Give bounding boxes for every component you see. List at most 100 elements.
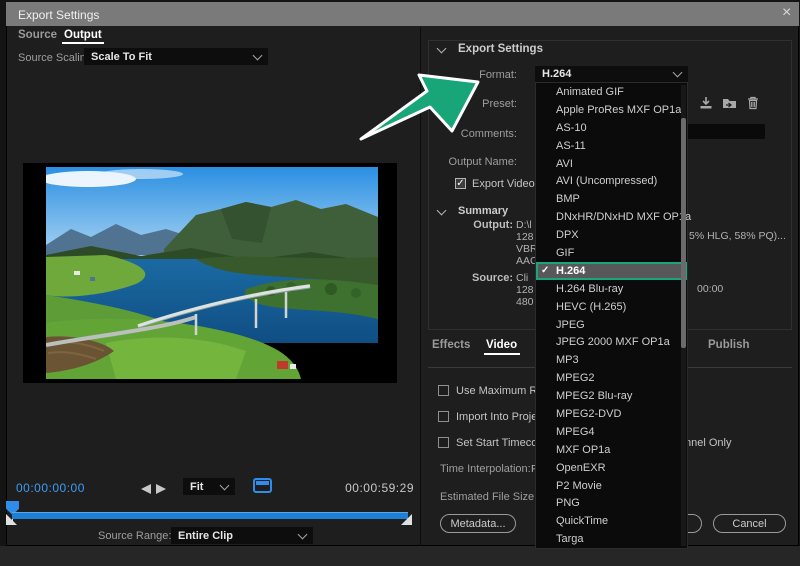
format-option-mpeg2-blu-ray[interactable]: MPEG2 Blu-ray (536, 387, 687, 405)
format-dropdown-menu: Animated GIF Apple ProRes MXF OP1a AS-10 AS… (535, 82, 688, 549)
format-option-dnxhr-dnxhd-mxf-op1a[interactable]: DNxHR/DNxHD MXF OP1a (536, 208, 687, 226)
format-option-label: H.264 (556, 265, 585, 277)
format-option-label: MXF OP1a (556, 444, 610, 456)
tab-publish[interactable]: Publish (708, 339, 750, 351)
download-icon (699, 96, 713, 110)
summary-clipped-bottom: 00:00 (697, 283, 723, 295)
format-option-png[interactable]: PNG (536, 494, 687, 512)
set-out-point-button[interactable] (156, 484, 166, 494)
export-video-checkbox[interactable]: ✓ (455, 178, 466, 189)
format-option-label: QuickTime (556, 515, 608, 527)
source-scaling-select[interactable]: Scale To Fit (84, 48, 268, 65)
format-option-label: MPEG2 (556, 372, 595, 384)
trash-icon (747, 96, 759, 110)
format-option-label: Animated GIF (556, 86, 624, 98)
preview-zoom-select[interactable]: Fit (183, 478, 235, 495)
tab-output[interactable]: Output (64, 29, 102, 41)
format-option-label: DNxHR/DNxHD MXF OP1a (556, 211, 691, 223)
summary-output-value: D:\l (516, 219, 532, 231)
format-option-h-264-blu-ray[interactable]: H.264 Blu-ray (536, 280, 687, 298)
desktop-strip (0, 546, 800, 566)
format-option-jpeg[interactable]: JPEG (536, 316, 687, 334)
format-option-label: JPEG (556, 319, 585, 331)
timeline-bar[interactable] (12, 512, 408, 519)
tab-video[interactable]: Video (486, 339, 517, 351)
format-value: H.264 (542, 68, 571, 80)
current-timecode[interactable]: 00:00:00:00 (16, 481, 85, 495)
format-option-openexr[interactable]: OpenEXR (536, 459, 687, 477)
delete-preset-button[interactable] (747, 96, 759, 110)
import-into-project-label: Import Into Project (456, 411, 546, 423)
format-option-label: Targa (556, 533, 584, 545)
tab-output-underline (62, 42, 104, 44)
format-option-animated-gif[interactable]: Animated GIF (536, 83, 687, 101)
format-option-mxf-op1a[interactable]: MXF OP1a (536, 441, 687, 459)
format-option-label: GIF (556, 247, 574, 259)
format-option-p2-movie[interactable]: P2 Movie (536, 477, 687, 495)
tab-effects[interactable]: Effects (432, 339, 470, 351)
preview-image (46, 167, 378, 379)
format-option-avi-uncompressed-[interactable]: AVI (Uncompressed) (536, 172, 687, 190)
format-option-apple-prores-mxf-op1a[interactable]: Apple ProRes MXF OP1a (536, 101, 687, 119)
close-button[interactable]: × (782, 4, 791, 22)
summary-header: Summary (458, 205, 508, 217)
dropdown-scrollbar-thumb[interactable] (681, 118, 686, 348)
format-option-mp3[interactable]: MP3 (536, 351, 687, 369)
set-in-point-button[interactable] (141, 484, 151, 494)
format-option-gif[interactable]: GIF (536, 244, 687, 262)
save-preset-button[interactable] (699, 96, 713, 110)
format-option-label: HEVC (H.265) (556, 301, 626, 313)
monitor-icon (256, 481, 269, 485)
cancel-button[interactable]: Cancel (713, 514, 786, 533)
format-option-label: MP3 (556, 354, 579, 366)
format-option-mpeg2-dvd[interactable]: MPEG2-DVD (536, 405, 687, 423)
chevron-down-icon (220, 480, 230, 490)
format-option-as-11[interactable]: AS-11 (536, 137, 687, 155)
format-option-label: MPEG2-DVD (556, 408, 621, 420)
trim-handle-right[interactable] (401, 514, 412, 525)
chevron-down-icon (298, 529, 308, 539)
format-option-label: AS-11 (556, 140, 586, 152)
format-option-quicktime[interactable]: QuickTime (536, 512, 687, 530)
format-option-label: DPX (556, 229, 579, 241)
format-option-as-10[interactable]: AS-10 (536, 119, 687, 137)
format-option-mpeg2[interactable]: MPEG2 (536, 369, 687, 387)
use-maximum-render-checkbox[interactable] (438, 385, 449, 396)
trim-handle-left[interactable] (6, 514, 17, 525)
import-preset-button[interactable] (722, 96, 737, 110)
checkmark-icon: ✓ (536, 265, 556, 276)
format-option-label: AS-10 (556, 122, 587, 134)
source-range-label: Source Range: (98, 530, 171, 542)
format-option-label: MPEG2 Blu-ray (556, 390, 632, 402)
chevron-down-icon (253, 50, 263, 60)
summary-source-line: 128 (516, 284, 534, 296)
format-option-label: Apple ProRes MXF OP1a (556, 104, 681, 116)
format-option-label: AVI (Uncompressed) (556, 175, 657, 187)
annotation-arrow (340, 58, 495, 153)
format-option-label: OpenEXR (556, 462, 606, 474)
source-range-select[interactable]: Entire Clip (171, 527, 313, 544)
set-start-timecode-checkbox[interactable] (438, 437, 449, 448)
dialog-title: Export Settings (18, 8, 99, 22)
time-interpolation-label: Time Interpolation: (440, 463, 531, 475)
format-option-label: P2 Movie (556, 480, 602, 492)
format-option-targa[interactable]: Targa (536, 530, 687, 548)
format-select[interactable]: H.264 (535, 66, 688, 82)
metadata-button[interactable]: Metadata... (440, 514, 516, 533)
format-option-hevc-h-265-[interactable]: HEVC (H.265) (536, 298, 687, 316)
tab-source[interactable]: Source (18, 29, 57, 41)
format-option-bmp[interactable]: BMP (536, 190, 687, 208)
format-option-dpx[interactable]: DPX (536, 226, 687, 244)
export-video-label: Export Video (472, 178, 535, 190)
format-option-label: PNG (556, 497, 580, 509)
import-into-project-checkbox[interactable] (438, 411, 449, 422)
format-option-h-264[interactable]: ✓H.264 (536, 262, 687, 280)
duration-timecode: 00:00:59:29 (344, 481, 414, 495)
format-option-mpeg4[interactable]: MPEG4 (536, 423, 687, 441)
aspect-corrected-preview-toggle[interactable] (253, 478, 272, 493)
format-option-jpeg-2000-mxf-op1a[interactable]: JPEG 2000 MXF OP1a (536, 333, 687, 351)
render-alpha-channel-clipped-label: nnel Only (685, 437, 731, 449)
title-bar (6, 2, 799, 26)
format-option-avi[interactable]: AVI (536, 155, 687, 173)
summary-clipped-top: 5% HLG, 58% PQ)... (689, 230, 786, 242)
